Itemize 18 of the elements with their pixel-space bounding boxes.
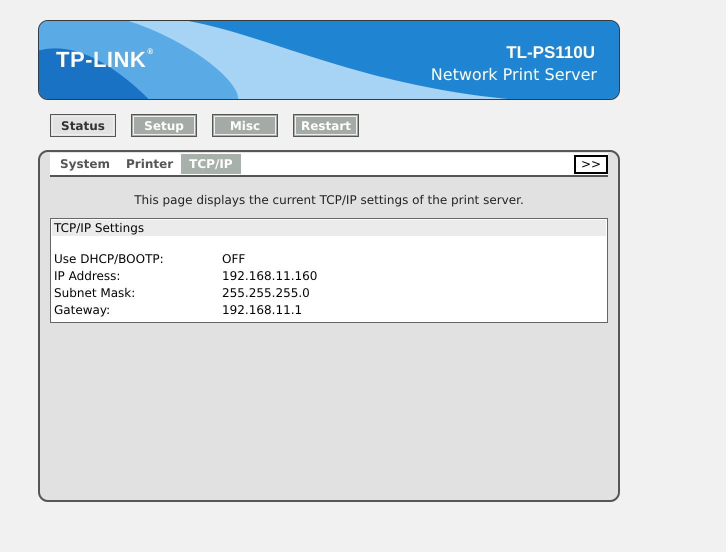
setting-label: Use DHCP/BOOTP: [53, 252, 165, 266]
tab[interactable]: System [52, 154, 118, 174]
setting-label: Gateway: [53, 302, 112, 316]
more-button[interactable]: >> [574, 154, 608, 174]
setting-label: IP Address: [53, 268, 122, 282]
setting-value: 192.168.11.1 [222, 302, 302, 316]
setting-value: OFF [222, 252, 246, 266]
setting-value: 255.255.255.0 [222, 286, 310, 300]
settings-title: TCP/IP Settings [52, 220, 606, 236]
registered-mark: ® [147, 47, 154, 56]
menu-button[interactable]: Status [50, 114, 116, 137]
model-name: TL-PS110U [506, 43, 595, 63]
description: This page displays the current TCP/IP settings of the print server. [133, 193, 525, 207]
tab[interactable]: Printer [118, 154, 182, 174]
logo: TP-LINK® [56, 47, 154, 73]
product-name: Network Print Server [430, 65, 597, 84]
setting-value: 192.168.11.160 [222, 268, 318, 282]
setting-label: Subnet Mask: [53, 286, 136, 300]
